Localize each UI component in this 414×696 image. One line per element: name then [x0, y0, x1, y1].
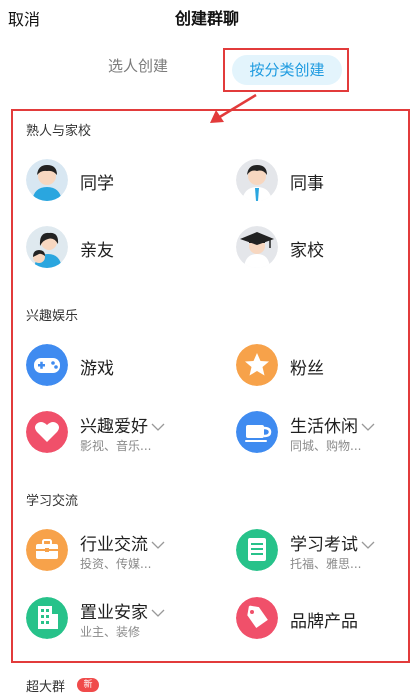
category-label: 同事 — [290, 174, 324, 194]
category-family[interactable]: 亲友 — [26, 226, 206, 274]
category-school[interactable]: 家校 — [236, 226, 414, 274]
chevron-down-icon — [361, 423, 375, 431]
category-subtitle: 业主、装修 — [80, 625, 141, 639]
category-hobby[interactable]: 兴趣爱好 影视、音乐... — [26, 411, 206, 459]
star-icon — [236, 344, 278, 386]
page-title: 创建群聊 — [174, 9, 239, 28]
tab-select-people[interactable]: 选人创建 — [108, 55, 168, 76]
gamepad-icon — [26, 344, 68, 386]
category-label-row: 学习考试 — [290, 530, 375, 555]
section-title-entertainment: 兴趣娱乐 — [26, 309, 79, 324]
category-industry[interactable]: 行业交流 投资、传媒... — [26, 529, 206, 577]
category-label: 行业交流 — [80, 535, 148, 555]
tag-icon — [236, 597, 278, 639]
section-title-study: 学习交流 — [26, 494, 79, 509]
colleague-avatar-icon — [236, 159, 278, 201]
category-subtitle: 托福、雅思... — [290, 557, 362, 571]
category-label-row: 置业安家 — [80, 598, 165, 623]
category-label: 同学 — [80, 174, 114, 194]
category-label-row: 行业交流 — [80, 530, 165, 555]
top-bar: 取消 创建群聊 — [0, 0, 414, 32]
category-housing[interactable]: 置业安家 业主、装修 — [26, 597, 206, 645]
category-label: 品牌产品 — [290, 612, 358, 632]
category-game[interactable]: 游戏 — [26, 344, 206, 392]
category-label: 游戏 — [80, 359, 114, 379]
heart-icon — [26, 411, 68, 453]
category-subtitle: 影视、音乐... — [80, 439, 152, 453]
category-label: 生活休闲 — [290, 417, 358, 437]
category-label: 学习考试 — [290, 535, 358, 555]
category-label: 亲友 — [80, 241, 114, 261]
classmate-avatar-icon — [26, 159, 68, 201]
category-label: 兴趣爱好 — [80, 417, 148, 437]
briefcase-icon — [26, 529, 68, 571]
category-subtitle: 同城、购物... — [290, 439, 362, 453]
category-subtitle: 投资、传媒... — [80, 557, 152, 571]
create-mode-tabs: 选人创建 按分类创建 — [0, 48, 414, 92]
category-brand[interactable]: 品牌产品 — [236, 597, 414, 645]
family-avatar-icon — [26, 226, 68, 268]
building-icon — [26, 597, 68, 639]
super-group-entry[interactable]: 超大群 — [26, 676, 65, 695]
category-label-row: 兴趣爱好 — [80, 412, 165, 437]
category-colleague[interactable]: 同事 — [236, 159, 414, 207]
category-exam[interactable]: 学习考试 托福、雅思... — [236, 529, 414, 577]
category-label-row: 生活休闲 — [290, 412, 375, 437]
tab-by-category[interactable]: 按分类创建 — [232, 55, 342, 85]
new-badge: 新 — [77, 678, 99, 692]
category-leisure[interactable]: 生活休闲 同城、购物... — [236, 411, 414, 459]
graduation-cap-icon — [236, 226, 278, 268]
category-fans[interactable]: 粉丝 — [236, 344, 414, 392]
cup-icon — [236, 411, 278, 453]
category-label: 粉丝 — [290, 359, 324, 379]
chevron-down-icon — [151, 541, 165, 549]
document-icon — [236, 529, 278, 571]
chevron-down-icon — [151, 609, 165, 617]
category-classmate[interactable]: 同学 — [26, 159, 206, 207]
chevron-down-icon — [361, 541, 375, 549]
category-label: 置业安家 — [80, 603, 148, 623]
section-title-acquaintance: 熟人与家校 — [26, 124, 92, 139]
category-label: 家校 — [290, 241, 324, 261]
chevron-down-icon — [151, 423, 165, 431]
